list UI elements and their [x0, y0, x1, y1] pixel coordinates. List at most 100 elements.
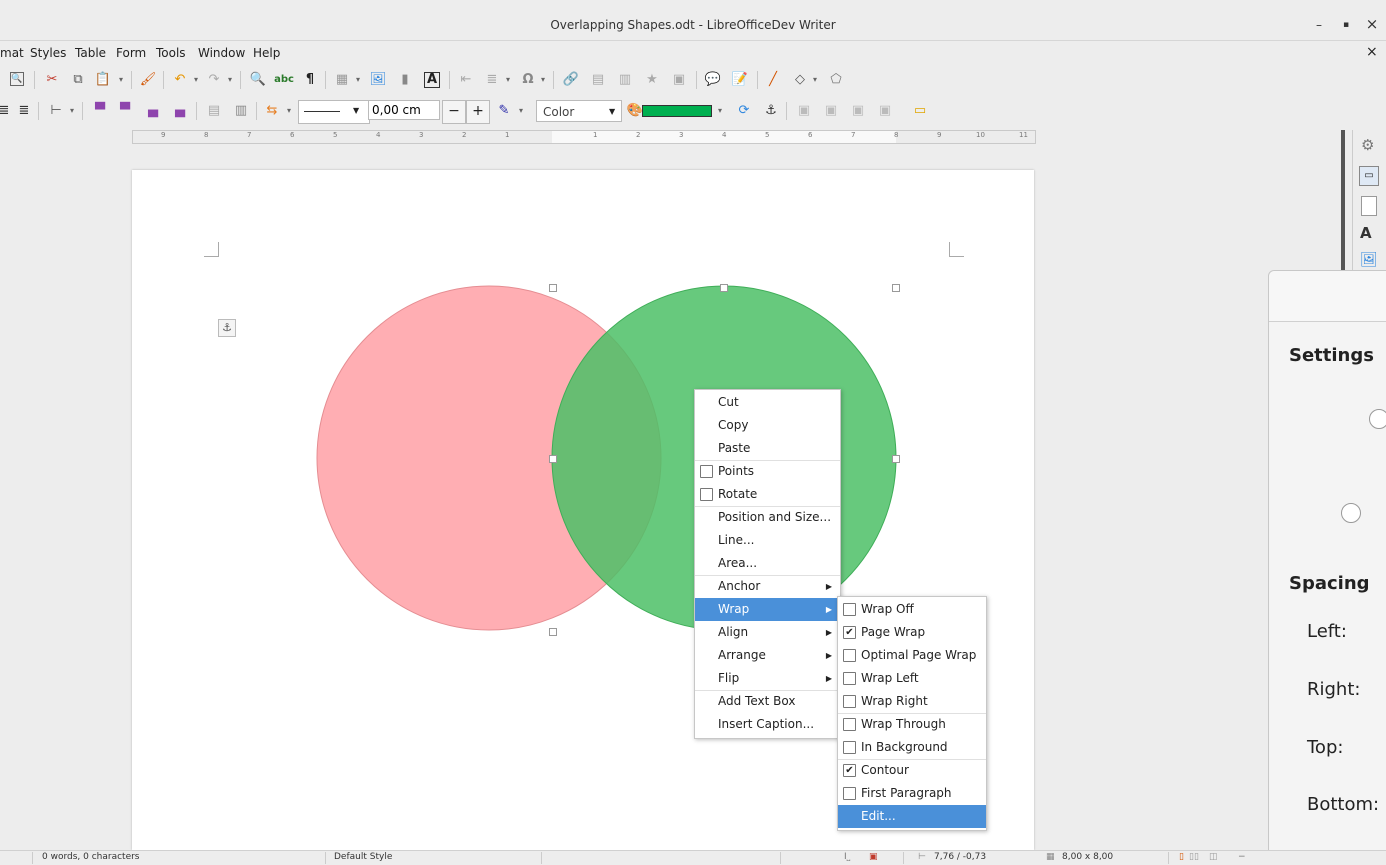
arrow-style-dropdown-icon[interactable]: ▾ — [287, 106, 291, 115]
insert-table-icon[interactable]: ▦ — [334, 72, 350, 88]
undo-icon[interactable]: ↶ — [172, 72, 188, 88]
enter-group-icon[interactable]: ▣ — [823, 103, 839, 119]
hyperlink-icon[interactable]: 🔗 — [563, 72, 579, 88]
menu-item-copy[interactable]: Copy — [695, 414, 840, 437]
menu-item-wrap-off[interactable]: Wrap Off — [838, 598, 986, 621]
selection-handle[interactable] — [549, 628, 557, 636]
redo-dropdown-icon[interactable]: ▾ — [228, 75, 232, 84]
menu-form[interactable]: Form — [116, 46, 146, 60]
checkbox[interactable] — [700, 465, 713, 478]
menu-window[interactable]: Window — [198, 46, 245, 60]
settings-radio[interactable] — [1341, 503, 1361, 523]
line-color-icon[interactable]: ✎ — [496, 103, 512, 119]
checkbox[interactable] — [843, 695, 856, 708]
back-one-icon[interactable]: ▄ — [145, 103, 161, 119]
menu-item-add-text-box[interactable]: Add Text Box — [695, 690, 840, 713]
cross-reference-icon[interactable]: ▣ — [671, 72, 687, 88]
line-color-dropdown-icon[interactable]: ▾ — [519, 106, 523, 115]
menu-item-wrap-through[interactable]: Wrap Through — [838, 713, 986, 736]
group-icon[interactable]: ▣ — [796, 103, 812, 119]
line-width-input[interactable] — [368, 100, 440, 120]
fill-color-icon[interactable]: 🎨 — [627, 103, 643, 119]
cut-icon[interactable]: ✂ — [44, 72, 60, 88]
gallery-icon[interactable]: 🖼 — [1360, 252, 1378, 268]
menu-item-optimal-page-wrap[interactable]: Optimal Page Wrap — [838, 644, 986, 667]
bookmark-icon[interactable]: ★ — [644, 72, 660, 88]
menu-item-in-background[interactable]: In Background — [838, 736, 986, 759]
checkbox[interactable] — [843, 741, 856, 754]
zoom-icon[interactable]: 🔍 — [10, 72, 24, 86]
menu-item-anchor[interactable]: Anchor ▶ — [695, 575, 840, 598]
menu-item-line[interactable]: Line... — [695, 529, 840, 552]
insert-mode-icon[interactable]: I⎵ — [844, 852, 850, 862]
checkbox-checked[interactable]: ✔ — [843, 764, 856, 777]
checkbox[interactable] — [700, 488, 713, 501]
styles-icon[interactable]: A — [1360, 224, 1372, 242]
insert-caption-icon[interactable]: ▭ — [912, 103, 928, 119]
clone-formatting-icon[interactable]: 🖌 — [140, 72, 157, 88]
menu-item-wrap-right[interactable]: Wrap Right — [838, 690, 986, 713]
close-document-button[interactable]: × — [1366, 44, 1378, 60]
menu-item-area[interactable]: Area... — [695, 552, 840, 575]
horizontal-ruler[interactable]: 9 8 7 6 5 4 3 2 1 1 2 3 4 5 6 7 8 9 10 1… — [132, 130, 1036, 144]
basic-shapes-icon[interactable]: ◇ — [792, 72, 808, 88]
maximize-button[interactable]: ▪ — [1338, 20, 1354, 30]
close-window-button[interactable]: × — [1364, 15, 1380, 33]
formatting-marks-icon[interactable]: ¶ — [302, 72, 318, 88]
insert-image-icon[interactable]: 🖼 — [370, 72, 387, 88]
checkbox-checked[interactable]: ✔ — [843, 626, 856, 639]
selection-handle[interactable] — [549, 455, 557, 463]
selection-handle[interactable] — [892, 455, 900, 463]
find-replace-icon[interactable]: 🔍 — [250, 72, 266, 88]
checkbox[interactable] — [843, 649, 856, 662]
menu-item-insert-caption[interactable]: Insert Caption... — [695, 713, 840, 736]
draw-functions-icon[interactable]: ⬠ — [828, 72, 844, 88]
rotate-icon[interactable]: ⟳ — [736, 103, 752, 119]
menu-item-rotate[interactable]: Rotate — [695, 483, 840, 506]
menu-format[interactable]: mat — [0, 46, 24, 60]
menu-item-position-size[interactable]: Position and Size... — [695, 506, 840, 529]
gear-icon[interactable]: ⚙ — [1361, 136, 1374, 154]
page-wrap-icon[interactable]: ≣ — [16, 103, 32, 119]
insert-chart-icon[interactable]: ▮ — [397, 72, 413, 88]
checkbox[interactable] — [843, 603, 856, 616]
zoom-out-icon[interactable]: − — [1238, 852, 1246, 862]
field-dropdown-icon[interactable]: ▾ — [506, 75, 510, 84]
menu-item-cut[interactable]: Cut — [695, 391, 840, 414]
ungroup-icon[interactable]: ▣ — [877, 103, 893, 119]
align-objects-icon[interactable]: ⊢ — [48, 103, 64, 119]
selection-handle[interactable] — [549, 284, 557, 292]
menu-item-points[interactable]: Points — [695, 460, 840, 483]
send-to-back-icon[interactable]: ▄ — [172, 103, 188, 119]
menu-table[interactable]: Table — [75, 46, 106, 60]
selection-handle[interactable] — [720, 284, 728, 292]
exit-group-icon[interactable]: ▣ — [850, 103, 866, 119]
bring-to-front-icon[interactable]: ▀ — [92, 103, 108, 119]
line-width-increase-button[interactable]: + — [466, 100, 490, 124]
checkbox[interactable] — [843, 718, 856, 731]
menu-item-paste[interactable]: Paste — [695, 437, 840, 460]
line-style-select[interactable]: ▼ — [298, 100, 370, 124]
footnote-icon[interactable]: ▤ — [590, 72, 606, 88]
track-changes-icon[interactable]: 📝 — [732, 72, 748, 88]
to-foreground-icon[interactable]: ▤ — [206, 103, 222, 119]
selection-handle[interactable] — [892, 284, 900, 292]
single-page-view-icon[interactable]: ▯ — [1179, 852, 1184, 862]
checkbox[interactable] — [843, 787, 856, 800]
menu-item-flip[interactable]: Flip ▶ — [695, 667, 840, 690]
line-width-decrease-button[interactable]: − — [442, 100, 466, 124]
checkbox[interactable] — [843, 672, 856, 685]
comment-icon[interactable]: 💬 — [705, 72, 721, 88]
insert-textbox-icon[interactable]: A — [424, 72, 440, 88]
menu-item-first-paragraph[interactable]: First Paragraph — [838, 782, 986, 805]
menu-item-contour[interactable]: ✔ Contour — [838, 759, 986, 782]
wrap-off-icon[interactable]: ≣ — [0, 103, 12, 119]
settings-radio[interactable] — [1369, 409, 1386, 429]
paste-icon[interactable]: 📋 — [95, 72, 111, 88]
insert-line-icon[interactable]: ╱ — [765, 72, 781, 88]
fill-color-dropdown-icon[interactable]: ▾ — [718, 106, 722, 115]
document-modified-icon[interactable]: ▣ — [869, 852, 878, 862]
to-background-icon[interactable]: ▥ — [233, 103, 249, 119]
multi-page-view-icon[interactable]: ▯▯ — [1189, 852, 1199, 862]
fill-color-swatch[interactable] — [642, 105, 712, 117]
